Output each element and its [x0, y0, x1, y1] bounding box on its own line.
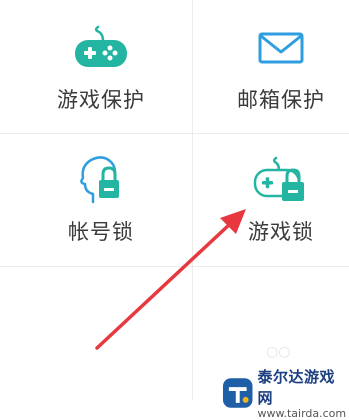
annotation-arrow — [95, 209, 246, 350]
tairda-logo-icon — [222, 378, 253, 408]
watermark-url: www.tairda.com — [257, 407, 347, 420]
watermark: 泰尔达游戏网 www.tairda.com — [222, 366, 349, 420]
watermark-text: 泰尔达游戏网 — [257, 368, 335, 407]
